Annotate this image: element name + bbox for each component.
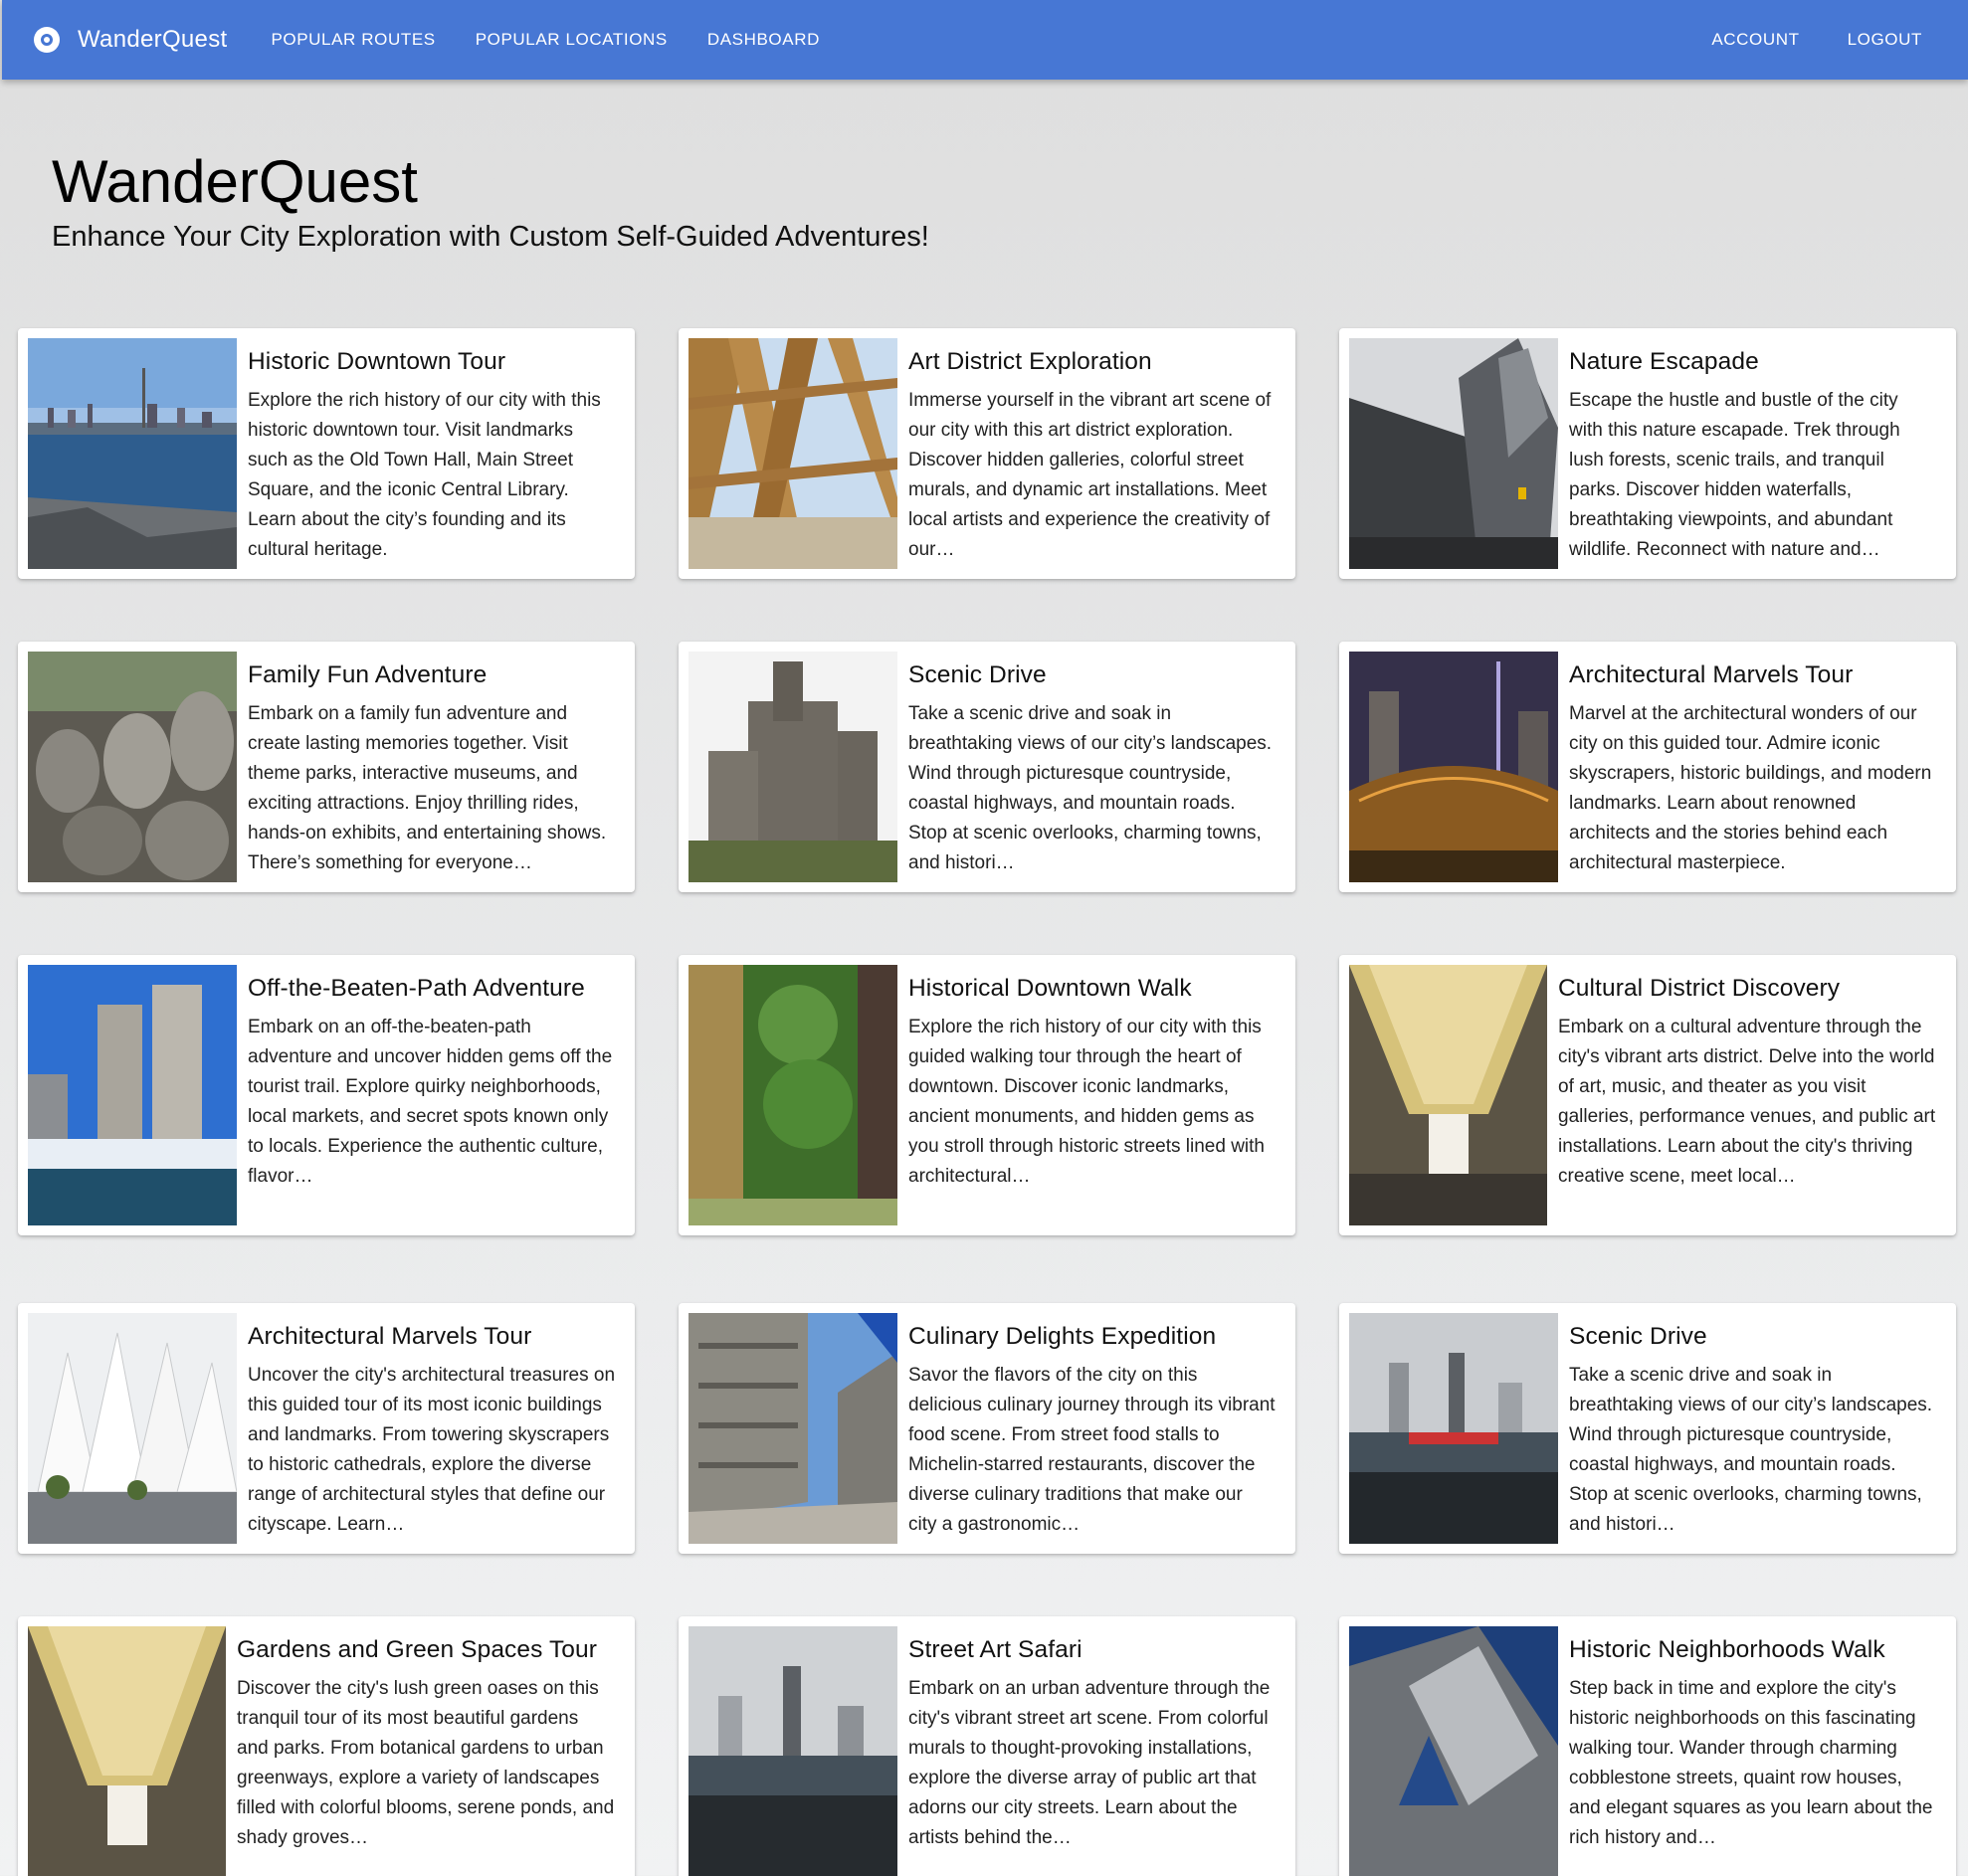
route-description: Embark on an off-the-beaten-path adventu… [248, 1017, 613, 1187]
route-thumbnail [28, 652, 237, 882]
route-title[interactable]: Historic Downtown Tour [248, 348, 615, 376]
route-description: Escape the hustle and bustle of the city… [1569, 390, 1900, 560]
route-title[interactable]: Art District Exploration [908, 348, 1276, 376]
route-description: Embark on a family fun adventure and cre… [248, 703, 607, 873]
route-description: Step back in time and explore the city's… [1569, 1678, 1933, 1848]
route-thumbnail [689, 652, 897, 882]
compass-logo-icon [34, 27, 60, 53]
route-title[interactable]: Gardens and Green Spaces Tour [237, 1636, 615, 1664]
route-thumbnail [28, 338, 237, 569]
route-title[interactable]: Nature Escapade [1569, 348, 1936, 376]
route-title[interactable]: Architectural Marvels Tour [248, 1323, 615, 1351]
app-bar: WanderQuest POPULAR ROUTES POPULAR LOCAT… [2, 0, 1968, 80]
route-card[interactable]: Scenic Drive Take a scenic drive and soa… [1339, 1303, 1956, 1554]
route-title[interactable]: Scenic Drive [1569, 1323, 1936, 1351]
route-card[interactable]: Architectural Marvels Tour Marvel at the… [1339, 642, 1956, 892]
route-thumbnail [1349, 1313, 1558, 1544]
route-title[interactable]: Off-the-Beaten-Path Adventure [248, 975, 615, 1003]
route-title[interactable]: Cultural District Discovery [1558, 975, 1936, 1003]
logout-button[interactable]: LOGOUT [1824, 30, 1946, 50]
route-description: Marvel at the architectural wonders of o… [1569, 703, 1932, 873]
route-description: Discover the city's lush green oases on … [237, 1678, 615, 1848]
user-nav: ACCOUNT LOGOUT [1687, 30, 1946, 50]
route-card[interactable]: Gardens and Green Spaces Tour Discover t… [18, 1616, 635, 1876]
route-description: Take a scenic drive and soak in breathta… [1569, 1365, 1933, 1535]
route-card[interactable]: Culinary Delights Expedition Savor the f… [679, 1303, 1295, 1554]
route-thumbnail [28, 1313, 237, 1544]
page-title: WanderQuest [52, 148, 418, 215]
route-title[interactable]: Street Art Safari [908, 1636, 1276, 1664]
route-thumbnail [689, 965, 897, 1225]
brand[interactable]: WanderQuest [34, 26, 227, 54]
route-title[interactable]: Family Fun Adventure [248, 661, 615, 689]
route-title[interactable]: Culinary Delights Expedition [908, 1323, 1276, 1351]
route-title[interactable]: Historical Downtown Walk [908, 975, 1276, 1003]
route-thumbnail [1349, 965, 1547, 1225]
nav-dashboard[interactable]: DASHBOARD [688, 30, 840, 50]
route-card[interactable]: Scenic Drive Take a scenic drive and soa… [679, 642, 1295, 892]
nav-popular-routes[interactable]: POPULAR ROUTES [251, 30, 455, 50]
route-description: Embark on an urban adventure through the… [908, 1678, 1271, 1848]
route-title[interactable]: Architectural Marvels Tour [1569, 661, 1936, 689]
route-card[interactable]: Art District Exploration Immerse yoursel… [679, 328, 1295, 579]
route-thumbnail [1349, 338, 1558, 569]
route-card[interactable]: Historic Downtown Tour Explore the rich … [18, 328, 635, 579]
route-description: Embark on a cultural adventure through t… [1558, 1017, 1936, 1187]
route-card[interactable]: Historical Downtown Walk Explore the ric… [679, 955, 1295, 1235]
route-thumbnail [689, 1626, 897, 1876]
route-thumbnail [1349, 652, 1558, 882]
nav-popular-locations[interactable]: POPULAR LOCATIONS [456, 30, 688, 50]
route-card[interactable]: Architectural Marvels Tour Uncover the c… [18, 1303, 635, 1554]
main-nav: POPULAR ROUTES POPULAR LOCATIONS DASHBOA… [251, 30, 839, 50]
page-subtitle: Enhance Your City Exploration with Custo… [52, 221, 929, 253]
route-description: Explore the rich history of our city wit… [248, 390, 601, 560]
brand-name[interactable]: WanderQuest [78, 26, 227, 54]
route-thumbnail [28, 1626, 226, 1876]
route-description: Explore the rich history of our city wit… [908, 1017, 1265, 1187]
route-card[interactable]: Family Fun Adventure Embark on a family … [18, 642, 635, 892]
account-button[interactable]: ACCOUNT [1687, 30, 1823, 50]
route-thumbnail [689, 338, 897, 569]
route-thumbnail [689, 1313, 897, 1544]
route-thumbnail [28, 965, 237, 1225]
route-description: Take a scenic drive and soak in breathta… [908, 703, 1273, 873]
route-card[interactable]: Street Art Safari Embark on an urban adv… [679, 1616, 1295, 1876]
route-card[interactable]: Cultural District Discovery Embark on a … [1339, 955, 1956, 1235]
route-description: Uncover the city's architectural treasur… [248, 1365, 615, 1535]
route-description: Immerse yourself in the vibrant art scen… [908, 390, 1272, 560]
route-title[interactable]: Historic Neighborhoods Walk [1569, 1636, 1936, 1664]
route-description: Savor the flavors of the city on this de… [908, 1365, 1276, 1535]
route-card[interactable]: Nature Escapade Escape the hustle and bu… [1339, 328, 1956, 579]
route-card[interactable]: Off-the-Beaten-Path Adventure Embark on … [18, 955, 635, 1235]
route-title[interactable]: Scenic Drive [908, 661, 1276, 689]
route-card[interactable]: Historic Neighborhoods Walk Step back in… [1339, 1616, 1956, 1876]
route-thumbnail [1349, 1626, 1558, 1876]
